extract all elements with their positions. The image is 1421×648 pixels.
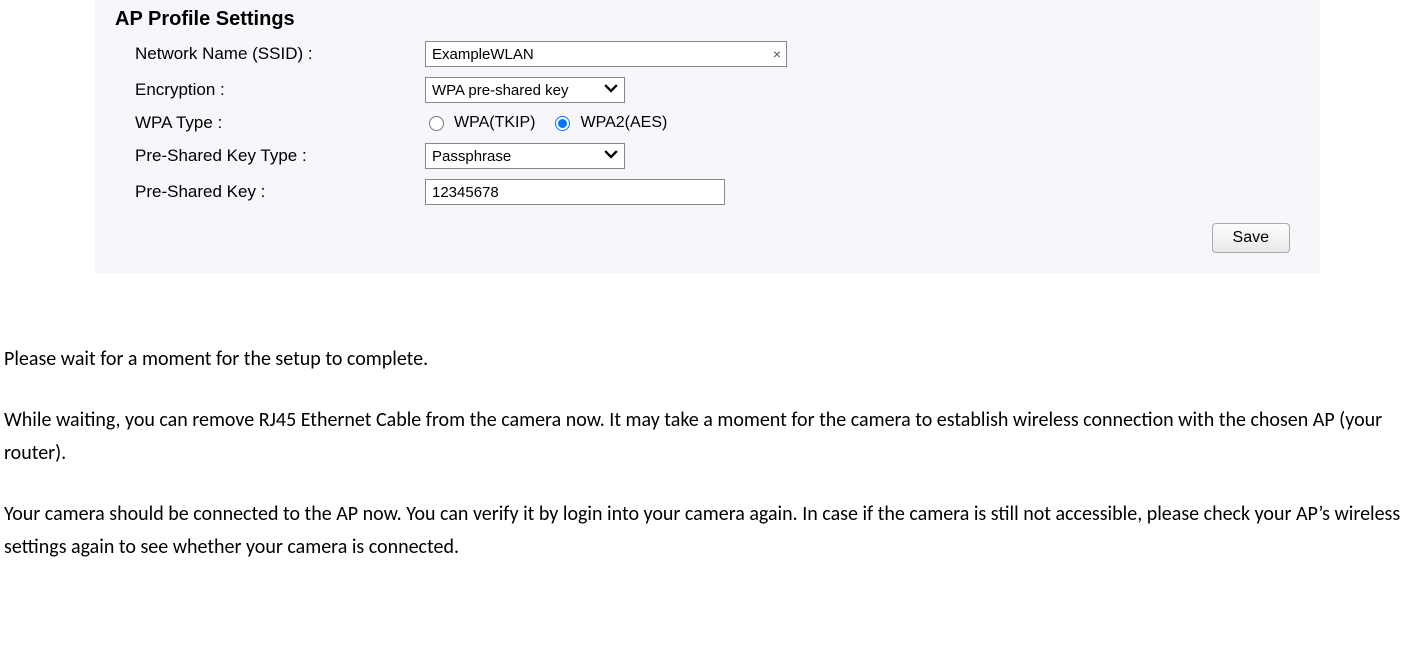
instruction-p2: While waiting, you can remove RJ45 Ether…	[4, 404, 1417, 470]
clear-ssid-icon[interactable]: ×	[773, 46, 781, 62]
wpa2-aes-radio[interactable]	[555, 116, 570, 131]
ssid-label: Network Name (SSID) :	[135, 44, 425, 64]
wpa-type-radio-group: WPA(TKIP) WPA2(AES)	[425, 114, 667, 132]
psk-type-label: Pre-Shared Key Type :	[135, 146, 425, 166]
encryption-row: Encryption : WPA pre-shared key	[135, 77, 1300, 103]
instructions-text: Please wait for a moment for the setup t…	[0, 343, 1421, 589]
psk-input[interactable]	[425, 179, 725, 205]
wpa-type-row: WPA Type : WPA(TKIP) WPA2(AES)	[135, 113, 1300, 133]
ssid-input[interactable]	[425, 41, 787, 67]
encryption-label: Encryption :	[135, 80, 425, 100]
chevron-down-icon	[604, 81, 618, 99]
ssid-row: Network Name (SSID) : ×	[135, 41, 1300, 67]
wpa-type-label: WPA Type :	[135, 113, 425, 133]
encryption-select[interactable]: WPA pre-shared key	[425, 77, 625, 103]
psk-type-select[interactable]: Passphrase	[425, 143, 625, 169]
instruction-p1: Please wait for a moment for the setup t…	[4, 343, 1417, 376]
save-button[interactable]: Save	[1212, 223, 1290, 253]
ap-profile-settings-panel: AP Profile Settings Network Name (SSID) …	[95, 0, 1320, 273]
wpa2-aes-label: WPA2(AES)	[580, 114, 667, 132]
ssid-field-wrapper: ×	[425, 41, 787, 67]
encryption-value: WPA pre-shared key	[432, 82, 568, 99]
save-row: Save	[135, 223, 1300, 253]
psk-type-row: Pre-Shared Key Type : Passphrase	[135, 143, 1300, 169]
psk-row: Pre-Shared Key :	[135, 179, 1300, 205]
chevron-down-icon	[604, 147, 618, 165]
wpa-tkip-radio[interactable]	[429, 116, 444, 131]
psk-type-value: Passphrase	[432, 148, 511, 165]
panel-title: AP Profile Settings	[115, 8, 1300, 31]
wpa-tkip-label: WPA(TKIP)	[454, 114, 535, 132]
instruction-p3: Your camera should be connected to the A…	[4, 498, 1417, 564]
psk-label: Pre-Shared Key :	[135, 182, 425, 202]
